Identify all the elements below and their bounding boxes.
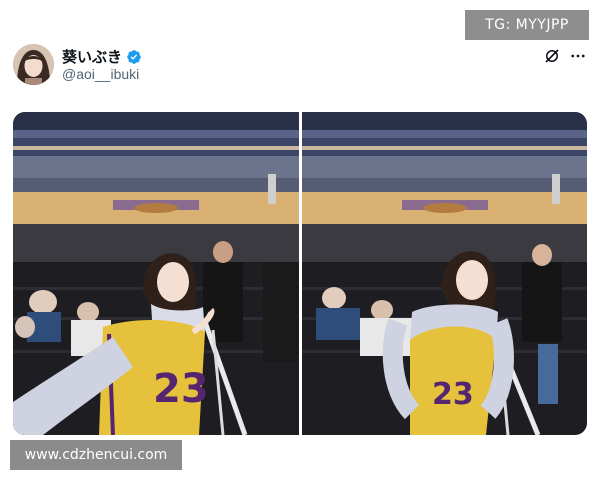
post-photo-2[interactable]: 23 [301,112,587,435]
arena-photo-right: 23 [301,112,587,435]
arena-photo-left: 23 [13,112,299,435]
grok-icon[interactable] [543,47,561,65]
more-options-icon[interactable] [569,47,587,65]
author-name-row: 葵いぶき [62,46,142,67]
author-handle[interactable]: @aoi__ibuki [62,66,139,82]
profile-photo [13,44,54,85]
display-name[interactable]: 葵いぶき [62,46,122,67]
svg-text:23: 23 [153,366,209,412]
verified-badge-icon [127,49,141,64]
post-header: 葵いぶき @aoi__ibuki [13,44,588,88]
svg-text:23: 23 [432,377,474,412]
avatar[interactable] [13,44,54,85]
post-media-grid: 23 23 [13,112,587,435]
watermark-top: TG: MYYJPP [465,10,589,40]
post-photo-1[interactable]: 23 [13,112,299,435]
watermark-bottom: www.cdzhencui.com [10,440,182,470]
